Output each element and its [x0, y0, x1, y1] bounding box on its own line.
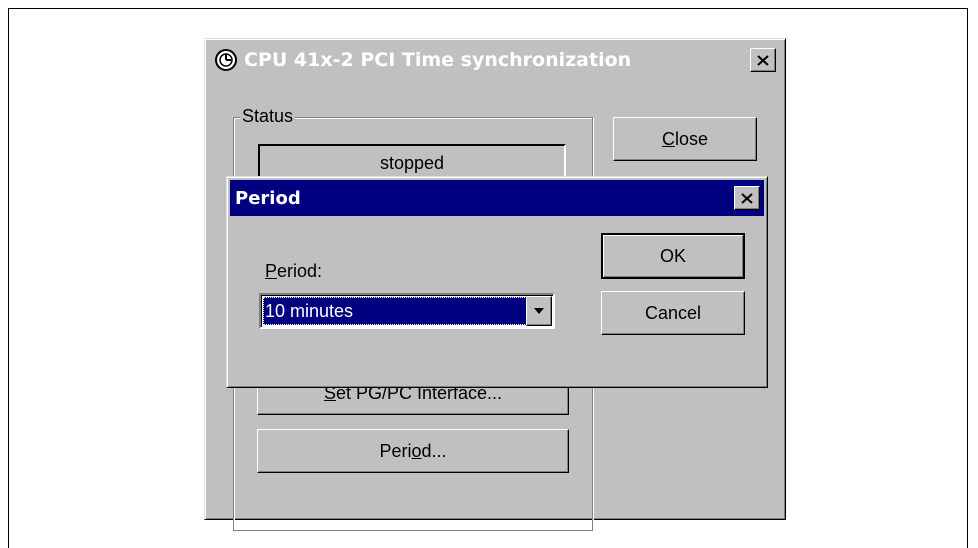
period-button-label-start: Peri: [379, 440, 412, 461]
period-dialog-title: Period: [235, 187, 301, 209]
cancel-button-label: Cancel: [644, 302, 702, 323]
period-button[interactable]: Peri o d...: [257, 429, 569, 473]
status-group-label: Status: [240, 106, 296, 127]
period-field-label: Period:: [265, 261, 322, 282]
clock-icon: [214, 48, 238, 72]
ok-button[interactable]: OK: [601, 233, 745, 279]
period-selected-value[interactable]: 10 minutes: [263, 297, 527, 325]
time-sync-title: CPU 41x-2 PCI Time synchronization: [244, 49, 632, 71]
period-field-mnemonic: P: [265, 261, 278, 281]
close-button-mnemonic: C: [661, 128, 675, 149]
ok-button-label: OK: [659, 245, 686, 266]
status-value: stopped: [379, 152, 445, 173]
close-button-label: lose: [674, 128, 709, 149]
period-button-label-end: d...: [421, 440, 447, 461]
close-button[interactable]: Close: [613, 117, 757, 161]
period-dialog: Period Period: 10 minutes OK Cancel: [226, 176, 768, 388]
period-titlebar[interactable]: Period: [230, 180, 764, 216]
period-close-icon[interactable]: [734, 186, 760, 210]
period-dropdown[interactable]: 10 minutes: [259, 293, 555, 329]
time-sync-titlebar[interactable]: CPU 41x-2 PCI Time synchronization: [208, 42, 782, 78]
period-field-label-text: eriod:: [277, 261, 323, 281]
cancel-button[interactable]: Cancel: [601, 291, 745, 335]
chevron-down-icon[interactable]: [526, 296, 552, 326]
time-sync-close-icon[interactable]: [750, 48, 776, 72]
period-button-mnemonic: o: [411, 440, 422, 461]
